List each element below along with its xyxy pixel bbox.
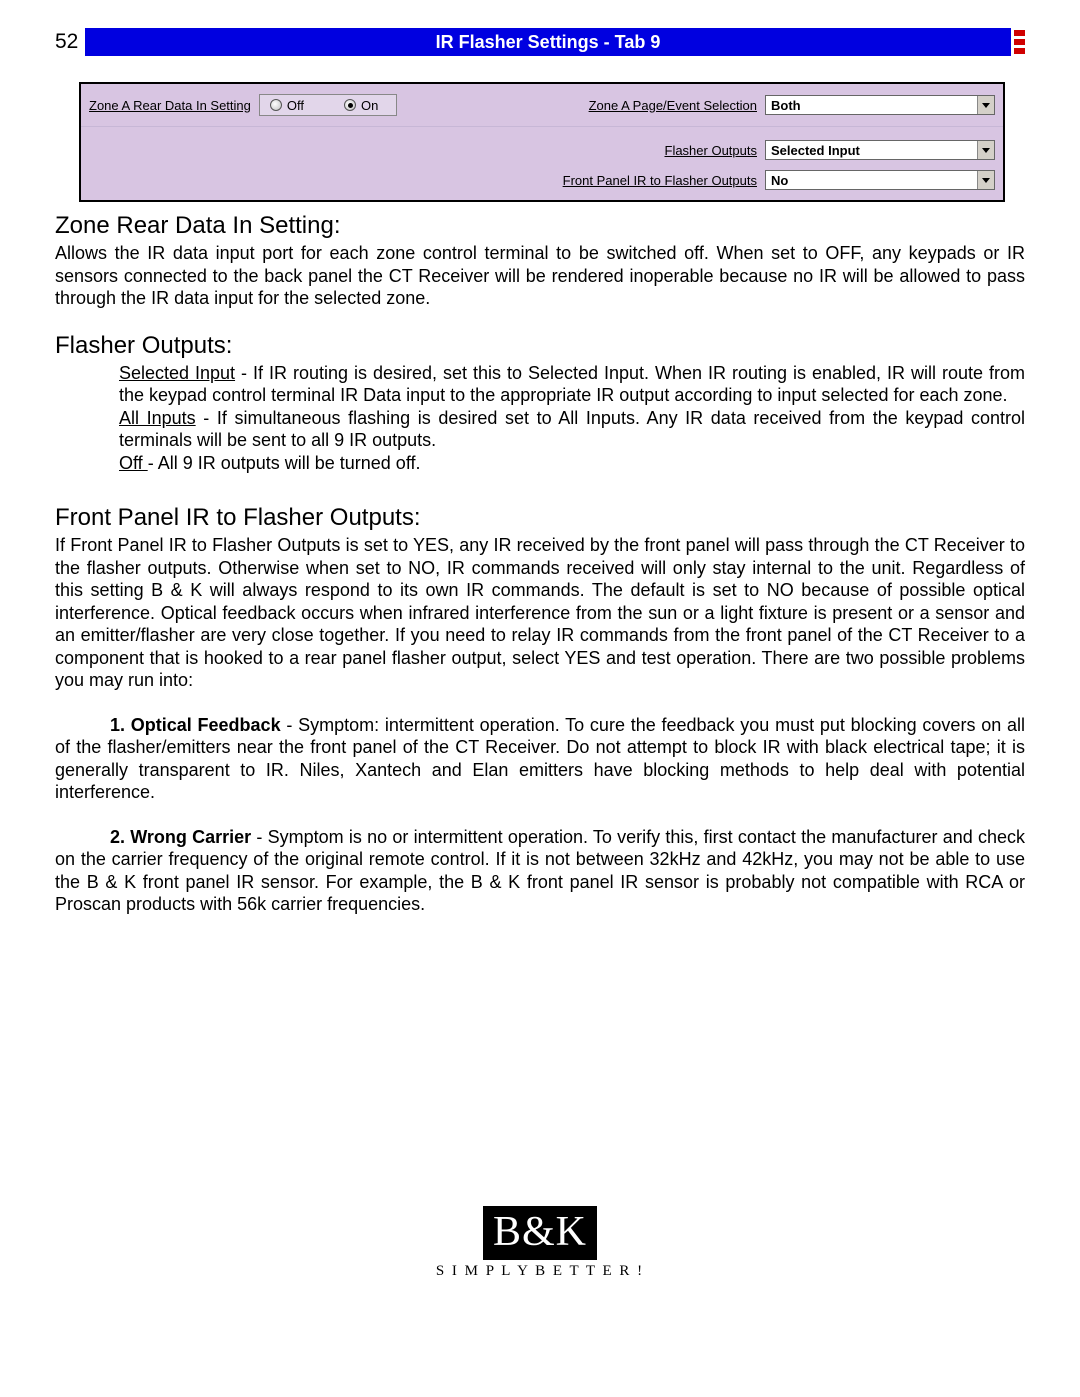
page-event-selection-label: Zone A Page/Event Selection bbox=[405, 98, 757, 113]
flasher-outputs-options: Selected Input - If IR routing is desire… bbox=[119, 362, 1025, 475]
radio-off-icon bbox=[270, 99, 282, 111]
page-header: 52 IR Flasher Settings - Tab 9 bbox=[55, 28, 1025, 56]
page-number: 52 bbox=[55, 28, 85, 56]
radio-on[interactable]: On bbox=[344, 98, 378, 113]
header-title: IR Flasher Settings - Tab 9 bbox=[85, 28, 1011, 56]
flasher-outputs-label: Flasher Outputs bbox=[89, 143, 757, 158]
zone-rear-data-in-label: Zone A Rear Data In Setting bbox=[89, 98, 251, 113]
radio-on-label: On bbox=[361, 98, 378, 113]
chevron-down-icon bbox=[977, 141, 994, 159]
section-body-front-panel-ir: If Front Panel IR to Flasher Outputs is … bbox=[55, 534, 1025, 692]
radio-off-label: Off bbox=[287, 98, 304, 113]
problem-2: 2. Wrong Carrier - Symptom is no or inte… bbox=[55, 826, 1025, 916]
page-event-selection-value: Both bbox=[771, 98, 801, 113]
page-event-selection-dropdown[interactable]: Both bbox=[765, 95, 995, 115]
red-accent-bars bbox=[1011, 28, 1025, 56]
chevron-down-icon bbox=[977, 171, 994, 189]
opt-all-inputs-body: - If simultaneous flashing is desired se… bbox=[119, 408, 1025, 451]
opt-off-label: Off bbox=[119, 453, 148, 473]
front-panel-ir-value: No bbox=[771, 173, 788, 188]
radio-on-icon bbox=[344, 99, 356, 111]
front-panel-ir-dropdown[interactable]: No bbox=[765, 170, 995, 190]
section-body-zone-rear: Allows the IR data input port for each z… bbox=[55, 242, 1025, 310]
settings-panel: Zone A Rear Data In Setting Off On Zone … bbox=[79, 82, 1005, 202]
opt-selected-input-label: Selected Input bbox=[119, 363, 235, 383]
opt-selected-input-body: - If IR routing is desired, set this to … bbox=[119, 363, 1025, 406]
chevron-down-icon bbox=[977, 96, 994, 114]
front-panel-ir-label: Front Panel IR to Flasher Outputs bbox=[89, 173, 757, 188]
problem-2-lead: 2. Wrong Carrier bbox=[110, 827, 251, 847]
opt-all-inputs-label: All Inputs bbox=[119, 408, 196, 428]
flasher-outputs-dropdown[interactable]: Selected Input bbox=[765, 140, 995, 160]
problem-1: 1. Optical Feedback - Symptom: intermitt… bbox=[55, 714, 1025, 804]
section-heading-zone-rear: Zone Rear Data In Setting: bbox=[55, 212, 1025, 240]
zone-rear-radio-group[interactable]: Off On bbox=[259, 94, 397, 116]
bk-logo: B&K bbox=[483, 1206, 597, 1260]
bk-tagline: S I M P L Y B E T T E R ! bbox=[55, 1263, 1025, 1280]
section-heading-front-panel-ir: Front Panel IR to Flasher Outputs: bbox=[55, 504, 1025, 532]
flasher-outputs-value: Selected Input bbox=[771, 143, 860, 158]
footer: B&K S I M P L Y B E T T E R ! bbox=[55, 1206, 1025, 1280]
section-heading-flasher-outputs: Flasher Outputs: bbox=[55, 332, 1025, 360]
opt-off-body: - All 9 IR outputs will be turned off. bbox=[148, 453, 421, 473]
problem-1-lead: 1. Optical Feedback bbox=[110, 715, 281, 735]
radio-off[interactable]: Off bbox=[270, 98, 304, 113]
